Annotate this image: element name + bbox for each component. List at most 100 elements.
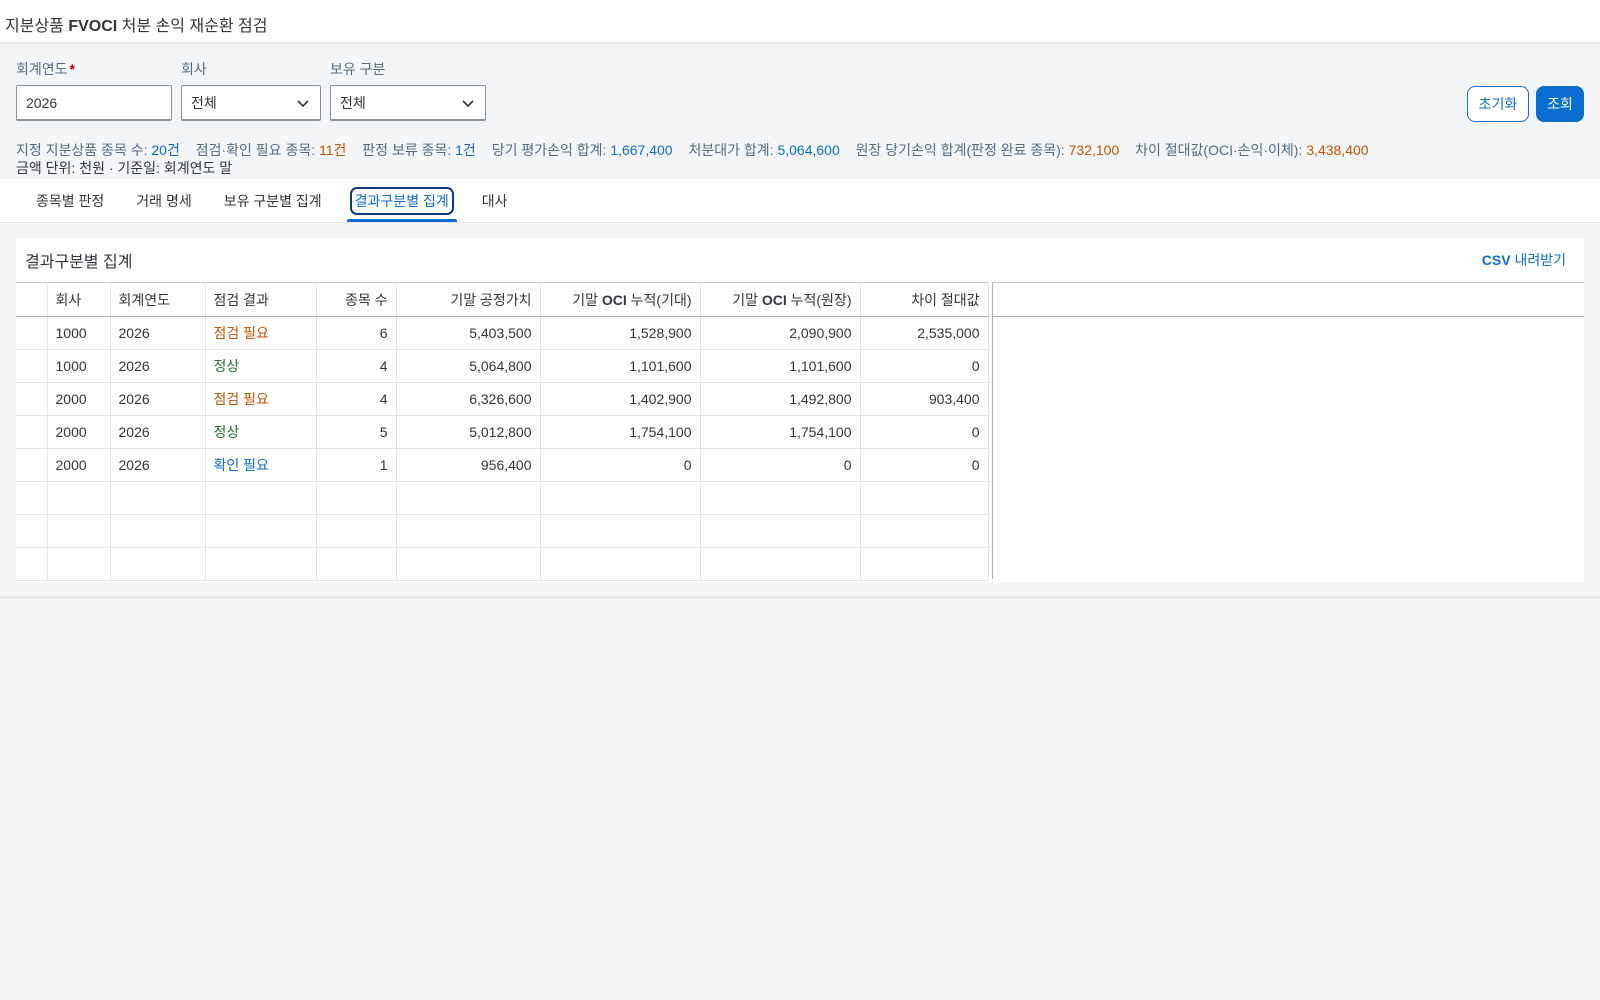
- col-header-diff[interactable]: 차이 절대값: [860, 282, 989, 317]
- cell-year: 2026: [110, 316, 206, 350]
- cell-result: 확인 필요: [205, 448, 317, 482]
- table-row[interactable]: 2000 2026 정상 5 5,012,800 1,754,100 1,754…: [16, 415, 989, 449]
- page-title-bar: 지분상품 FVOCI 처분 손익 재순환 점검: [0, 0, 1600, 43]
- cell-oci-ledger: 1,754,100: [700, 415, 861, 449]
- cell-count: 6: [316, 316, 397, 350]
- chevron-down-icon: [297, 99, 309, 107]
- cell-oci-ledger: 2,090,900: [700, 316, 861, 350]
- summary-designated: 지정 지분상품 종목 수: 20건: [16, 142, 180, 158]
- table-empty-area: [992, 282, 1584, 579]
- row-selector[interactable]: [16, 316, 48, 350]
- cell-oci-expected: 1,528,900: [540, 316, 701, 350]
- summary-pending: 판정 보류 종목: 1건: [362, 142, 476, 158]
- holding-type-label: 보유 구분: [330, 61, 386, 77]
- empty-row: [16, 481, 989, 515]
- cell-year: 2026: [110, 448, 206, 482]
- holding-type-select[interactable]: 전체: [330, 85, 486, 121]
- reset-button[interactable]: 초기화: [1467, 86, 1529, 122]
- col-header-year[interactable]: 회계연도: [110, 282, 206, 317]
- col-header-company[interactable]: 회사: [47, 282, 111, 317]
- summary-check-needed: 점검·확인 필요 종목: 11건: [195, 142, 347, 158]
- cell-result: 정상: [205, 415, 317, 449]
- col-header-oci-expected[interactable]: 기말 OCI 누적(기대): [540, 282, 701, 317]
- empty-row: [16, 514, 989, 548]
- empty-row: [16, 547, 989, 581]
- cell-result: 점검 필요: [205, 316, 317, 350]
- cell-fair-value: 5,012,800: [396, 415, 541, 449]
- row-selector[interactable]: [16, 382, 48, 416]
- row-selector-header[interactable]: [16, 282, 48, 317]
- csv-download-link[interactable]: CSV 내려받기: [1482, 250, 1566, 270]
- chevron-down-icon: [462, 99, 474, 107]
- cell-count: 4: [316, 382, 397, 416]
- cell-count: 5: [316, 415, 397, 449]
- fiscal-year-input[interactable]: 2026: [16, 85, 172, 121]
- summary-diff: 차이 절대값(OCI·손익·이체): 3,438,400: [1135, 142, 1369, 158]
- row-selector[interactable]: [16, 448, 48, 482]
- summary-ledger: 원장 당기손익 합계(판정 완료 종목): 732,100: [855, 142, 1120, 158]
- tab-by-holding[interactable]: 보유 구분별 집계: [208, 179, 338, 222]
- cell-diff: 0: [860, 448, 989, 482]
- search-button[interactable]: 조회: [1536, 86, 1584, 122]
- cell-diff: 0: [860, 415, 989, 449]
- table-header-row: 회사 회계연도 점검 결과 종목 수 기말 공정가치 기말 OCI 누적(기대)…: [16, 282, 989, 317]
- cell-company: 2000: [47, 415, 111, 449]
- cell-year: 2026: [110, 415, 206, 449]
- fiscal-year-label: 회계연도 *: [16, 61, 75, 77]
- cell-fair-value: 956,400: [396, 448, 541, 482]
- unit-note: 금액 단위: 천원 · 기준일: 회계연도 말: [16, 160, 233, 176]
- content-divider: [0, 597, 1600, 598]
- result-table: 회사 회계연도 점검 결과 종목 수 기말 공정가치 기말 OCI 누적(기대)…: [16, 282, 989, 581]
- fiscal-year-field: 회계연도 * 2026: [16, 59, 172, 121]
- holding-type-field: 보유 구분 전체: [330, 59, 486, 121]
- cell-fair-value: 5,403,500: [396, 316, 541, 350]
- table-row[interactable]: 1000 2026 정상 4 5,064,800 1,101,600 1,101…: [16, 349, 989, 383]
- result-summary-panel: 결과구분별 집계 CSV 내려받기 회사 회계연도 점검 결과 종목 수 기말 …: [16, 238, 1584, 582]
- table-row[interactable]: 1000 2026 점검 필요 6 5,403,500 1,528,900 2,…: [16, 316, 989, 350]
- company-field: 회사 전체: [181, 59, 321, 121]
- tab-transactions[interactable]: 거래 명세: [120, 179, 207, 222]
- cell-oci-expected: 0: [540, 448, 701, 482]
- table-row[interactable]: 2000 2026 점검 필요 4 6,326,600 1,402,900 1,…: [16, 382, 989, 416]
- cell-count: 4: [316, 349, 397, 383]
- cell-fair-value: 6,326,600: [396, 382, 541, 416]
- tab-bar: 종목별 판정 거래 명세 보유 구분별 집계 결과구분별 집계 대사: [0, 179, 1600, 223]
- cell-oci-ledger: 1,492,800: [700, 382, 861, 416]
- tab-reconciliation[interactable]: 대사: [466, 179, 524, 222]
- cell-diff: 2,535,000: [860, 316, 989, 350]
- table-row[interactable]: 2000 2026 확인 필요 1 956,400 0 0 0: [16, 448, 989, 482]
- cell-oci-expected: 1,402,900: [540, 382, 701, 416]
- cell-oci-expected: 1,754,100: [540, 415, 701, 449]
- cell-oci-ledger: 0: [700, 448, 861, 482]
- cell-company: 1000: [47, 349, 111, 383]
- cell-year: 2026: [110, 349, 206, 383]
- col-header-result[interactable]: 점검 결과: [205, 282, 317, 317]
- filter-bar: 회계연도 * 2026 회사 전체 보유 구분 전체: [0, 43, 1600, 133]
- required-mark: *: [69, 61, 75, 77]
- cell-diff: 903,400: [860, 382, 989, 416]
- row-selector[interactable]: [16, 349, 48, 383]
- panel-title: 결과구분별 집계: [25, 254, 133, 271]
- company-select[interactable]: 전체: [181, 85, 321, 121]
- tab-by-result[interactable]: 결과구분별 집계: [338, 179, 466, 222]
- tab-item-judgement[interactable]: 종목별 판정: [20, 179, 120, 222]
- row-selector[interactable]: [16, 415, 48, 449]
- cell-year: 2026: [110, 382, 206, 416]
- cell-oci-expected: 1,101,600: [540, 349, 701, 383]
- col-header-fair-value[interactable]: 기말 공정가치: [396, 282, 541, 317]
- cell-count: 1: [316, 448, 397, 482]
- cell-company: 2000: [47, 382, 111, 416]
- cell-company: 2000: [47, 448, 111, 482]
- summary-bar: 지정 지분상품 종목 수: 20건 점검·확인 필요 종목: 11건 판정 보류…: [0, 133, 1600, 159]
- cell-diff: 0: [860, 349, 989, 383]
- cell-result: 점검 필요: [205, 382, 317, 416]
- page-title: 지분상품 FVOCI 처분 손익 재순환 점검: [5, 18, 268, 35]
- col-header-oci-ledger[interactable]: 기말 OCI 누적(원장): [700, 282, 861, 317]
- company-label: 회사: [181, 61, 207, 77]
- summary-disposal: 처분대가 합계: 5,064,600: [688, 142, 840, 158]
- cell-result: 정상: [205, 349, 317, 383]
- col-header-count[interactable]: 종목 수: [316, 282, 397, 317]
- cell-company: 1000: [47, 316, 111, 350]
- cell-fair-value: 5,064,800: [396, 349, 541, 383]
- summary-valuation: 당기 평가손익 합계: 1,667,400: [491, 142, 673, 158]
